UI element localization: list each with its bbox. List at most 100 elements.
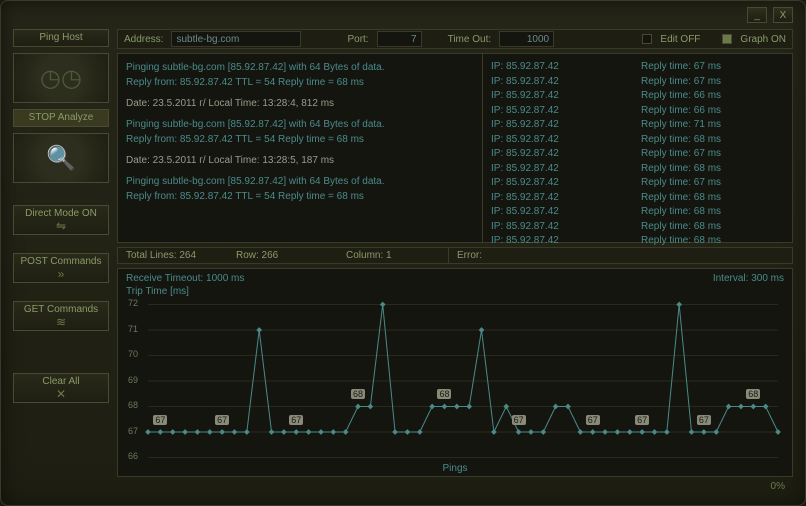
log-line: Pinging subtle-bg.com [85.92.87.42] with… [126,174,474,189]
ip-entry: IP: 85.92.87.42 [491,118,641,133]
data-label: 68 [746,389,760,399]
data-label: 67 [586,415,600,425]
chevron-down-icon: ≋ [14,315,108,329]
ip-entry: IP: 85.92.87.42 [491,75,641,90]
log-line: Date: 23.5.2011 г/ Local Time: 13:28:4, … [126,96,474,111]
y-tick: 70 [128,349,138,359]
data-label: 67 [697,415,711,425]
data-label: 67 [153,415,167,425]
edit-checkbox[interactable] [642,34,652,44]
y-tick: 72 [128,298,138,308]
ip-entry: IP: 85.92.87.42 [491,191,641,206]
magnifier-icon: 🔍 [46,144,76,173]
direct-mode-button[interactable]: Direct Mode ON ⇋ [13,205,109,235]
clear-all-button[interactable]: Clear All ✕ [13,373,109,403]
main-area: Ping Host ◷◷ STOP Analyze 🔍 Direct Mode … [1,29,805,477]
ip-entry: IP: 85.92.87.42 [491,205,641,220]
reply-entry: Reply time: 66 ms [641,104,784,119]
y-tick: 67 [128,426,138,436]
chevron-right-icon: » [14,267,108,281]
ping-host-label: Ping Host [13,29,109,47]
reply-entry: Reply time: 68 ms [641,162,784,177]
y-tick: 66 [128,451,138,461]
data-label: 67 [635,415,649,425]
graph-label: Graph ON [740,34,786,45]
reply-entry: Reply time: 68 ms [641,133,784,148]
graph-checkbox[interactable] [722,34,732,44]
reply-entry: Reply time: 68 ms [641,205,784,220]
app-window: _ X Ping Host ◷◷ STOP Analyze 🔍 Direct M… [0,0,806,506]
log-line: Reply from: 85.92.87.42 TTL = 54 Reply t… [126,132,474,147]
status-error: Error: [449,250,490,261]
ip-entry: IP: 85.92.87.42 [491,133,641,148]
chart-xlabel: Pings [126,463,784,474]
titlebar: _ X [1,1,805,29]
reply-entry: Reply time: 67 ms [641,176,784,191]
ping-host-button[interactable]: ◷◷ [13,53,109,103]
timeout-label: Time Out: [448,34,492,45]
content: Address: Port: Time Out: Edit OFF Graph … [117,29,793,477]
data-label: 67 [215,415,229,425]
minimize-button[interactable]: _ [747,7,767,23]
data-label: 67 [512,415,526,425]
data-label: 67 [289,415,303,425]
y-tick: 69 [128,375,138,385]
log-line: Pinging subtle-bg.com [85.92.87.42] with… [126,117,474,132]
chart-ylabel: Trip Time [ms] [126,286,784,297]
status-bar: Total Lines: 264 Row: 266 Column: 1 Erro… [117,247,793,264]
port-input[interactable] [377,31,422,47]
reply-entry: Reply time: 67 ms [641,60,784,75]
ip-entry: IP: 85.92.87.42 [491,162,641,177]
status-total-lines: Total Lines: 264 [118,250,228,261]
clear-all-label: Clear All [14,376,108,387]
close-button[interactable]: X [773,7,793,23]
post-commands-button[interactable]: POST Commands » [13,253,109,283]
interval-label: Interval: 300 ms [713,273,784,284]
ip-entry: IP: 85.92.87.42 [491,89,641,104]
ip-entry: IP: 85.92.87.42 [491,176,641,191]
stop-analyze-button[interactable]: 🔍 [13,133,109,183]
data-label: 68 [351,389,365,399]
log-line: Pinging subtle-bg.com [85.92.87.42] with… [126,60,474,75]
footer: 0% [1,477,805,495]
data-label: 68 [437,389,451,399]
clock-icon: ◷◷ [40,64,82,93]
reply-entry: Reply time: 68 ms [641,191,784,206]
port-label: Port: [347,34,368,45]
graph-panel: Receive Timeout: 1000 ms Interval: 300 m… [117,268,793,477]
log-line: Reply from: 85.92.87.42 TTL = 54 Reply t… [126,189,474,204]
ping-log[interactable]: Pinging subtle-bg.com [85.92.87.42] with… [118,54,482,242]
reply-list[interactable]: IP: 85.92.87.42IP: 85.92.87.42IP: 85.92.… [482,54,792,242]
post-commands-label: POST Commands [14,256,108,267]
reply-entry: Reply time: 68 ms [641,220,784,235]
status-column: Column: 1 [338,250,448,261]
reply-entry: Reply time: 67 ms [641,75,784,90]
sidebar: Ping Host ◷◷ STOP Analyze 🔍 Direct Mode … [13,29,109,477]
reply-entry: Reply time: 71 ms [641,118,784,133]
get-commands-button[interactable]: GET Commands ≋ [13,301,109,331]
timeout-input[interactable] [499,31,554,47]
log-line: Date: 23.5.2011 г/ Local Time: 13:28:5, … [126,153,474,168]
direct-mode-label: Direct Mode ON [14,208,108,219]
trip-time-chart: 66 67 68 69 70 71 72 67 67 67 68 68 67 67 67 67 68 [126,299,784,463]
status-row: Row: 266 [228,250,338,261]
reply-time-column: Reply time: 67 msReply time: 67 msReply … [641,60,784,236]
ip-entry: IP: 85.92.87.42 [491,60,641,75]
progress-percent: 0% [771,481,785,492]
receive-timeout-label: Receive Timeout: 1000 ms [126,273,244,284]
direct-mode-icon: ⇋ [14,219,108,233]
ip-entry: IP: 85.92.87.42 [491,220,641,235]
edit-label: Edit OFF [660,34,700,45]
reply-entry: Reply time: 66 ms [641,89,784,104]
reply-entry: Reply time: 67 ms [641,147,784,162]
ip-entry: IP: 85.92.87.42 [491,147,641,162]
address-label: Address: [124,34,163,45]
ip-entry: IP: 85.92.87.42 [491,104,641,119]
close-icon: ✕ [14,387,108,401]
ip-column: IP: 85.92.87.42IP: 85.92.87.42IP: 85.92.… [491,60,641,236]
address-input[interactable] [171,31,301,47]
y-tick: 68 [128,400,138,410]
y-tick: 71 [128,324,138,334]
address-bar: Address: Port: Time Out: Edit OFF Graph … [117,29,793,49]
log-area: Pinging subtle-bg.com [85.92.87.42] with… [117,53,793,243]
